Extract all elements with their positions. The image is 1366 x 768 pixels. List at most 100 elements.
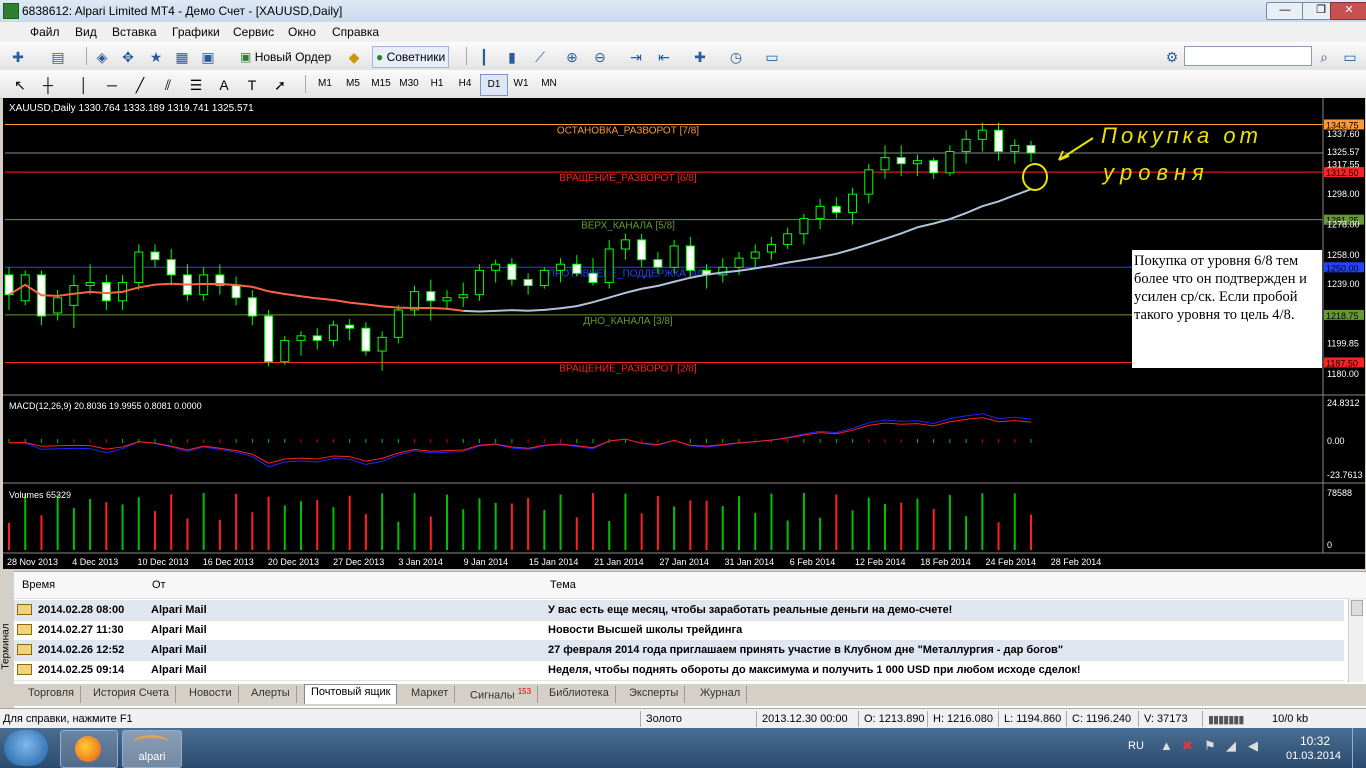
line-chart-icon[interactable]: ⟋ — [530, 46, 550, 68]
tab-history[interactable]: История Счета — [87, 686, 177, 703]
tf-m15[interactable]: M15 — [368, 74, 394, 94]
text-icon[interactable]: A — [214, 74, 234, 96]
metaeditor-icon[interactable]: ◆ — [344, 46, 364, 68]
tf-m1[interactable]: M1 — [312, 74, 338, 94]
tab-trade[interactable]: Торговля — [22, 686, 81, 703]
tester-icon[interactable]: ▣ — [198, 46, 218, 68]
price-tick-label: 1199.85 — [1327, 339, 1359, 349]
menu-window[interactable]: Окно — [288, 25, 316, 39]
handwritten-arrow — [1058, 137, 1094, 161]
chart-window[interactable]: XAUUSD,Daily 1330.764 1333.189 1319.741 … — [3, 98, 1365, 569]
channel-icon[interactable]: ⫽ — [158, 74, 178, 96]
terminal-side-tab[interactable]: Терминал — [0, 571, 14, 684]
terminal-side-label: Терминал — [0, 623, 12, 670]
new-order-button[interactable]: ▣ Новый Ордер — [236, 46, 335, 68]
menu-file[interactable]: Файл — [30, 25, 60, 39]
price-tick-label: 1278.00 — [1327, 220, 1360, 230]
candles-icon[interactable]: ▮ — [502, 46, 522, 68]
candle-body — [393, 309, 403, 338]
candle-body — [474, 269, 484, 296]
market-watch-icon[interactable]: ◈ — [92, 46, 112, 68]
menu-help[interactable]: Справка — [332, 25, 379, 39]
col-time[interactable]: Время — [22, 579, 55, 591]
tf-m5[interactable]: M5 — [340, 74, 366, 94]
tf-w1[interactable]: W1 — [508, 74, 534, 94]
clock-date[interactable]: 01.03.2014 — [1286, 750, 1341, 762]
tab-journal[interactable]: Журнал — [694, 686, 748, 703]
price-tick-label: 1180.00 — [1327, 369, 1359, 379]
price-tick-label: 1298.00 — [1327, 189, 1360, 199]
tray-network-icon[interactable]: ✖ — [1182, 738, 1193, 754]
close-button[interactable]: ✕ — [1330, 2, 1366, 20]
mail-row[interactable]: 2014.02.28 08:00 Alpari Mail У вас есть … — [14, 600, 1344, 621]
tab-library[interactable]: Библиотека — [543, 686, 616, 703]
zoom-out-icon[interactable]: ⊖ — [590, 46, 610, 68]
language-indicator[interactable]: RU — [1128, 740, 1144, 752]
macd-histogram-bar — [706, 439, 708, 443]
navigator-icon[interactable]: ✥ — [118, 46, 138, 68]
experts-button[interactable]: ● Советники — [372, 46, 450, 68]
clock-time[interactable]: 10:32 — [1300, 734, 1330, 748]
horizontal-line-icon[interactable]: ─ — [102, 74, 122, 96]
macd-histogram-bar — [495, 439, 497, 443]
mail-row[interactable]: 2014.02.25 09:14 Alpari Mail Неделя, что… — [14, 660, 1344, 681]
crosshair-icon[interactable]: ┼ — [38, 74, 58, 96]
search-icon[interactable]: ⌕ — [1314, 46, 1334, 68]
templates-icon[interactable]: ▭ — [762, 46, 782, 68]
macd-histogram-bar — [852, 439, 854, 443]
mail-row[interactable]: 2014.02.26 12:52 Alpari Mail 27 февраля … — [14, 640, 1344, 661]
fibonacci-icon[interactable]: ☰ — [186, 74, 206, 96]
tray-signal-icon[interactable]: ◢ — [1226, 738, 1236, 754]
periods-icon[interactable]: ◷ — [726, 46, 746, 68]
mail-row[interactable]: 2014.02.27 11:30 Alpari Mail Новости Выс… — [14, 620, 1344, 641]
new-chart-icon[interactable]: ✚ — [8, 46, 28, 68]
tray-flag-icon[interactable]: ⚑ — [1204, 738, 1216, 754]
tab-alerts[interactable]: Алерты — [245, 686, 297, 703]
col-subject[interactable]: Тема — [550, 579, 576, 591]
menu-insert[interactable]: Вставка — [112, 25, 157, 39]
alpari-taskbar-button[interactable]: alpari — [122, 730, 182, 768]
indicators-icon[interactable]: ✚ — [690, 46, 710, 68]
mail-from: Alpari Mail — [151, 664, 207, 676]
chart-shift-icon[interactable]: ⇤ — [654, 46, 674, 68]
tab-mailbox[interactable]: Почтовый ящик — [304, 684, 398, 704]
menu-charts[interactable]: Графики — [172, 25, 220, 39]
mail-subject: Неделя, чтобы поднять обороты до максиму… — [548, 664, 1081, 676]
candle-body — [848, 193, 858, 213]
menu-view[interactable]: Вид — [75, 25, 97, 39]
tf-m30[interactable]: M30 — [396, 74, 422, 94]
firefox-taskbar-icon[interactable] — [60, 730, 118, 768]
minimize-button[interactable]: — — [1266, 2, 1304, 20]
bar-chart-icon[interactable]: ┃ — [474, 46, 494, 68]
tab-market[interactable]: Маркет — [405, 686, 456, 703]
col-from[interactable]: От — [152, 579, 166, 591]
settings-gear-icon[interactable]: ⚙ — [1162, 46, 1182, 68]
trendline-icon[interactable]: ╱ — [130, 74, 150, 96]
tab-signals[interactable]: Сигналы 153 — [464, 686, 539, 703]
menu-tools[interactable]: Сервис — [233, 25, 274, 39]
search-input[interactable] — [1184, 46, 1312, 66]
terminal-icon[interactable]: ▦ — [172, 46, 192, 68]
chat-icon[interactable]: ▭ — [1340, 46, 1360, 68]
tray-volume-icon[interactable]: ◀ — [1248, 738, 1258, 754]
tab-news[interactable]: Новости — [183, 686, 239, 703]
tf-d1[interactable]: D1 — [480, 74, 508, 96]
candle-body — [783, 233, 793, 245]
tab-experts[interactable]: Эксперты — [623, 686, 686, 703]
arrows-icon[interactable]: ➚ — [270, 74, 290, 96]
profiles-icon[interactable]: ▤ — [48, 46, 68, 68]
cursor-icon[interactable]: ↖ — [10, 74, 30, 96]
tf-h1[interactable]: H1 — [424, 74, 450, 94]
text-label-icon[interactable]: T — [242, 74, 262, 96]
terminal-scrollbar[interactable] — [1348, 598, 1363, 682]
zoom-in-icon[interactable]: ⊕ — [562, 46, 582, 68]
macd-main-line — [8, 413, 1032, 468]
show-desktop-button[interactable] — [1352, 728, 1366, 768]
tf-h4[interactable]: H4 — [452, 74, 478, 94]
data-window-icon[interactable]: ★ — [146, 46, 166, 68]
start-button[interactable] — [4, 730, 48, 766]
autoscroll-icon[interactable]: ⇥ — [626, 46, 646, 68]
vertical-line-icon[interactable]: │ — [74, 74, 94, 96]
tf-mn[interactable]: MN — [536, 74, 562, 94]
tray-arrow-icon[interactable]: ▲ — [1160, 738, 1173, 753]
